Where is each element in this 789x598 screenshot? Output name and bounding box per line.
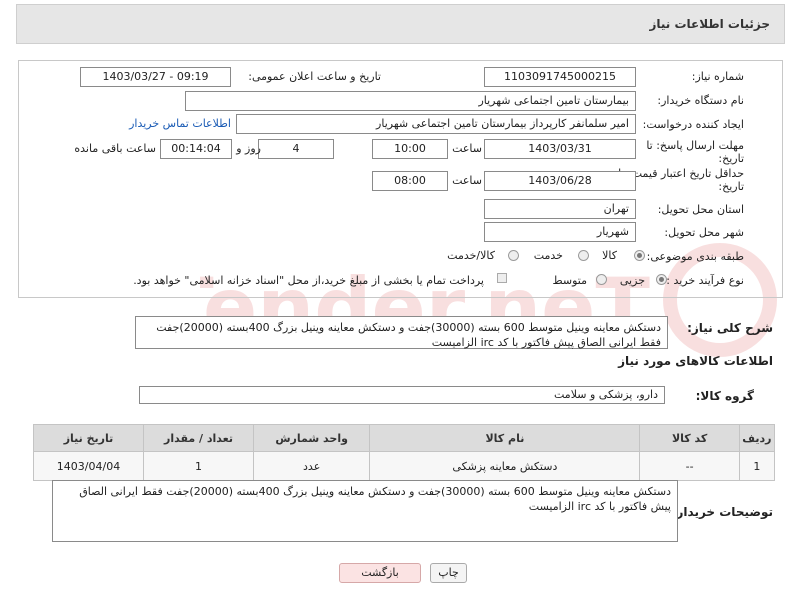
remaining-time-field[interactable]: 00:14:04 xyxy=(160,139,232,159)
contact-info-link[interactable]: اطلاعات تماس خریدار xyxy=(129,117,231,130)
col-unit: واحد شمارش xyxy=(252,424,371,452)
cell-need-date: 1403/04/04 xyxy=(33,451,144,481)
category-option-goods-service: کالا/خدمت xyxy=(447,249,495,262)
buyer-notes-field[interactable]: دستکش معاینه وینیل متوسط 600 بسته (30000… xyxy=(52,480,678,542)
deadline-label-date: تاریخ: xyxy=(718,152,744,165)
description-field[interactable]: دستکش معاینه وینیل متوسط 600 بسته (30000… xyxy=(135,316,668,349)
days-field[interactable]: 4 xyxy=(258,139,334,159)
page-header: جزئیات اطلاعات نیاز xyxy=(16,4,785,44)
creator-label: ایجاد کننده درخواست: xyxy=(642,118,744,131)
col-row-number: ردیف xyxy=(738,424,776,452)
deadline-time-label: ساعت xyxy=(452,142,482,155)
category-label: طبقه بندی موضوعی: xyxy=(646,250,744,263)
cell-unit: عدد xyxy=(252,451,371,481)
col-quantity: تعداد / مقدار xyxy=(143,424,254,452)
buyer-org-label: نام دستگاه خریدار: xyxy=(657,94,744,107)
back-button[interactable]: بازگشت xyxy=(339,563,421,583)
announce-field[interactable]: 1403/03/27 - 09:19 xyxy=(80,67,231,87)
need-number-label: شماره نیاز: xyxy=(691,70,744,83)
validity-time-label: ساعت xyxy=(452,174,482,187)
category-option-service: خدمت xyxy=(533,249,563,262)
cell-quantity: 1 xyxy=(143,451,254,481)
province-label: استان محل تحویل: xyxy=(657,203,744,216)
col-need-date: تاریخ نیاز xyxy=(33,424,144,452)
process-radio-minor[interactable] xyxy=(656,274,667,285)
goods-group-field[interactable]: دارو، پزشکی و سلامت xyxy=(139,386,665,404)
goods-group-label: گروه کالا: xyxy=(695,389,754,403)
col-goods-code: کد کالا xyxy=(639,424,740,452)
announce-label: تاریخ و ساعت اعلان عمومی: xyxy=(248,70,381,83)
creator-field[interactable]: امیر سلمانفر کارپرداز بیمارستان تامین اج… xyxy=(236,114,636,134)
goods-table-header: ردیف کد کالا نام کالا واحد شمارش تعداد /… xyxy=(33,424,776,452)
deadline-time-field[interactable]: 10:00 xyxy=(372,139,448,159)
print-button[interactable]: چاپ xyxy=(430,563,467,583)
remaining-label: ساعت باقی مانده xyxy=(74,142,156,155)
process-option-medium: متوسط xyxy=(552,274,587,287)
deadline-date-field[interactable]: 1403/03/31 xyxy=(484,139,636,159)
validity-date-field[interactable]: 1403/06/28 xyxy=(484,171,636,191)
city-label: شهر محل تحویل: xyxy=(664,226,744,239)
cell-goods-code: -- xyxy=(639,451,740,481)
city-field[interactable]: شهریار xyxy=(484,222,636,242)
col-goods-name: نام کالا xyxy=(369,424,641,452)
goods-table: ردیف کد کالا نام کالا واحد شمارش تعداد /… xyxy=(33,424,776,481)
category-radio-goods[interactable] xyxy=(634,250,645,261)
treasury-payment-checkbox[interactable] xyxy=(497,273,507,283)
process-label: نوع فرآیند خرید : xyxy=(666,274,744,287)
goods-section-title: اطلاعات کالاهای مورد نیاز xyxy=(618,354,773,368)
validity-label-date: تاریخ: xyxy=(718,180,744,193)
need-number-field[interactable]: 1103091745000215 xyxy=(484,67,636,87)
category-radio-service[interactable] xyxy=(578,250,589,261)
process-option-minor: جزیی xyxy=(619,274,645,287)
table-row[interactable]: 1 -- دستکش معاینه پزشکی عدد 1 1403/04/04 xyxy=(33,451,776,481)
category-option-goods: کالا xyxy=(602,249,617,262)
description-label: شرح کلی نیاز: xyxy=(687,321,773,335)
treasury-payment-note: پرداخت تمام یا بخشی از مبلغ خرید،از محل … xyxy=(133,274,484,287)
validity-time-field[interactable]: 08:00 xyxy=(372,171,448,191)
category-radio-goods-service[interactable] xyxy=(508,250,519,261)
buyer-org-field[interactable]: بیمارستان تامین اجتماعی شهریار xyxy=(185,91,636,111)
page-title: جزئیات اطلاعات نیاز xyxy=(649,17,770,31)
cell-row-number: 1 xyxy=(738,451,776,481)
buyer-notes-label: توضیحات خریدار: xyxy=(671,505,773,519)
cell-goods-name: دستکش معاینه پزشکی xyxy=(369,451,641,481)
validity-label: حداقل تاریخ اعتبار قیمت: تا xyxy=(618,167,744,180)
province-field[interactable]: تهران xyxy=(484,199,636,219)
deadline-label: مهلت ارسال پاسخ: تا xyxy=(646,139,744,152)
days-label: روز و xyxy=(236,142,261,155)
process-radio-medium[interactable] xyxy=(596,274,607,285)
